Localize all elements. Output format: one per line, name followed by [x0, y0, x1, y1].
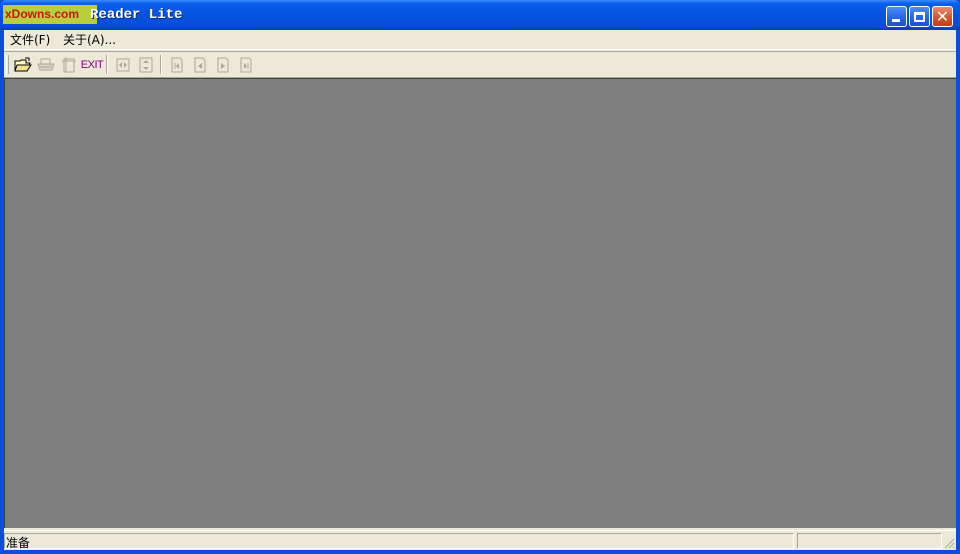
status-pane-main [4, 533, 794, 549]
watermark-logo: xDowns.com [3, 5, 97, 24]
last-page-icon [240, 57, 252, 72]
toolbar-grip[interactable] [6, 55, 9, 74]
previous-page-button[interactable] [189, 54, 211, 75]
close-button[interactable]: ✕ [932, 6, 953, 27]
page-setup-button[interactable] [58, 54, 80, 75]
menu-about[interactable]: 关于(A)... [63, 32, 116, 48]
title-bar[interactable]: xDowns.com Reader Lite ✕ [0, 0, 960, 30]
page-setup-icon [62, 56, 76, 72]
document-workspace[interactable] [4, 78, 956, 528]
minimize-button[interactable] [886, 6, 907, 27]
fit-height-button[interactable] [135, 54, 157, 75]
toolbar-separator [106, 55, 108, 74]
minimize-icon [892, 19, 900, 22]
status-bar: 准备 [4, 530, 956, 550]
maximize-icon [914, 11, 925, 22]
last-page-button[interactable] [235, 54, 257, 75]
print-icon [37, 58, 55, 70]
fit-height-icon [139, 57, 153, 72]
next-page-icon [217, 57, 229, 72]
fit-width-icon [116, 58, 130, 71]
toolbar-separator [160, 55, 162, 74]
client-area: 文件(F) 关于(A)... EXIT 准备 [4, 30, 956, 550]
exit-button[interactable]: EXIT [80, 54, 104, 75]
exit-icon: EXIT [80, 58, 104, 71]
next-page-button[interactable] [212, 54, 234, 75]
open-folder-icon [14, 57, 32, 71]
maximize-button[interactable] [909, 6, 930, 27]
first-page-icon [171, 57, 183, 72]
print-button[interactable] [35, 54, 57, 75]
app-window: xDowns.com Reader Lite ✕ 文件(F) 关于(A)... [0, 0, 960, 554]
status-pane-secondary [797, 533, 942, 549]
open-button[interactable] [12, 54, 34, 75]
menu-bar: 文件(F) 关于(A)... [4, 30, 956, 50]
menu-file[interactable]: 文件(F) [10, 32, 50, 48]
resize-grip-icon[interactable] [943, 537, 955, 549]
close-icon: ✕ [935, 6, 950, 26]
first-page-button[interactable] [166, 54, 188, 75]
fit-width-button[interactable] [112, 54, 134, 75]
window-title: Reader Lite [90, 7, 183, 23]
toolbar: EXIT [4, 51, 956, 78]
status-text: 准备 [6, 536, 31, 550]
previous-page-icon [194, 57, 206, 72]
